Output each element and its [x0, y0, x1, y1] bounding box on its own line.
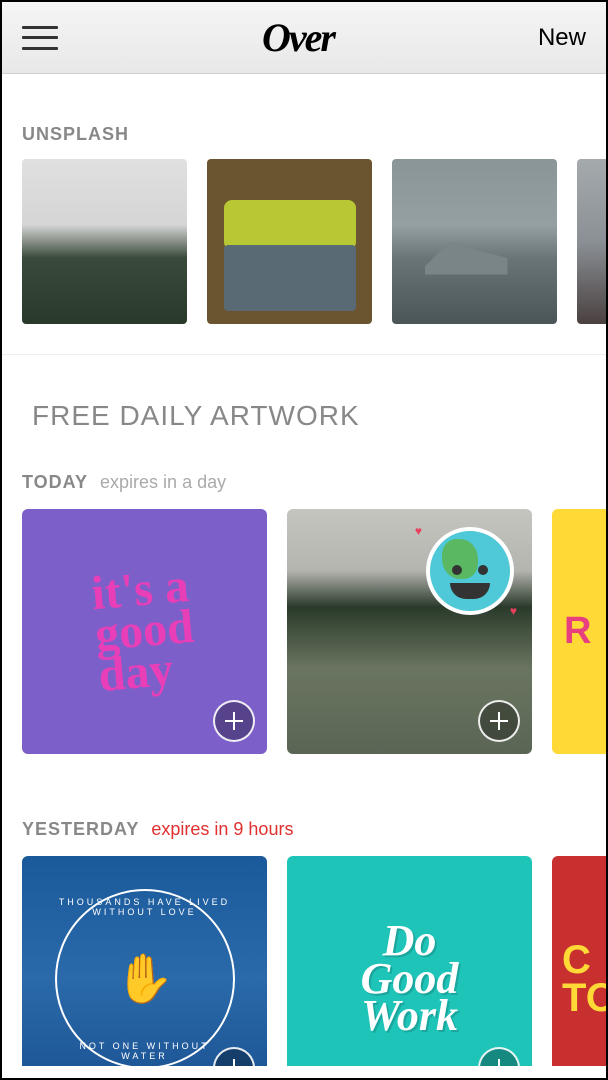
unsplash-thumbnail[interactable] — [577, 159, 606, 324]
unsplash-thumbnail[interactable] — [392, 159, 557, 324]
yesterday-artwork-row: THOUSANDS HAVE LIVED WITHOUT LOVE ✋ NOT … — [2, 856, 606, 1066]
artwork-text: C TO — [562, 941, 606, 1017]
new-button[interactable]: New — [538, 24, 586, 52]
today-header: TODAY expires in a day — [2, 462, 606, 509]
artwork-card[interactable]: DoGoodWork — [287, 856, 532, 1066]
app-logo: Over — [262, 14, 334, 61]
app-header: Over New — [2, 2, 606, 74]
artwork-text: it's agoodday — [90, 566, 199, 697]
artwork-card[interactable]: it's agoodday — [22, 509, 267, 754]
artwork-card[interactable]: THOUSANDS HAVE LIVED WITHOUT LOVE ✋ NOT … — [22, 856, 267, 1066]
artwork-text: DoGoodWork — [361, 922, 459, 1034]
unsplash-thumbnail[interactable] — [22, 159, 187, 324]
unsplash-section-label: UNSPLASH — [2, 74, 606, 159]
menu-icon[interactable] — [22, 26, 58, 50]
heart-icon: ♥ — [510, 604, 517, 618]
unsplash-thumbnail[interactable] — [207, 159, 372, 324]
artwork-text: R — [564, 613, 591, 649]
today-artwork-row: it's agoodday ♥ ♥ R — [2, 509, 606, 754]
today-label: TODAY — [22, 472, 88, 493]
main-content: UNSPLASH FREE DAILY ARTWORK TODAY expire… — [2, 74, 606, 1078]
add-icon[interactable] — [213, 700, 255, 742]
today-expires-text: expires in a day — [100, 472, 226, 493]
artwork-card[interactable]: ♥ ♥ — [287, 509, 532, 754]
artwork-text: THOUSANDS HAVE LIVED WITHOUT LOVE — [57, 897, 233, 917]
artwork-card[interactable]: R — [552, 509, 606, 754]
unsplash-row — [2, 159, 606, 355]
artwork-card[interactable]: C TO — [552, 856, 606, 1066]
free-daily-artwork-title: FREE DAILY ARTWORK — [2, 355, 606, 462]
yesterday-expires-text: expires in 9 hours — [151, 819, 293, 840]
add-icon[interactable] — [478, 700, 520, 742]
globe-sticker-icon — [426, 527, 514, 615]
artwork-text: NOT ONE WITHOUT WATER — [57, 1041, 233, 1061]
add-icon[interactable] — [478, 1047, 520, 1066]
yesterday-label: YESTERDAY — [22, 819, 139, 840]
heart-icon: ♥ — [415, 524, 422, 538]
hand-icon: ✋ — [115, 950, 175, 1007]
yesterday-header: YESTERDAY expires in 9 hours — [2, 809, 606, 856]
artwork-circle: THOUSANDS HAVE LIVED WITHOUT LOVE ✋ NOT … — [55, 889, 235, 1067]
